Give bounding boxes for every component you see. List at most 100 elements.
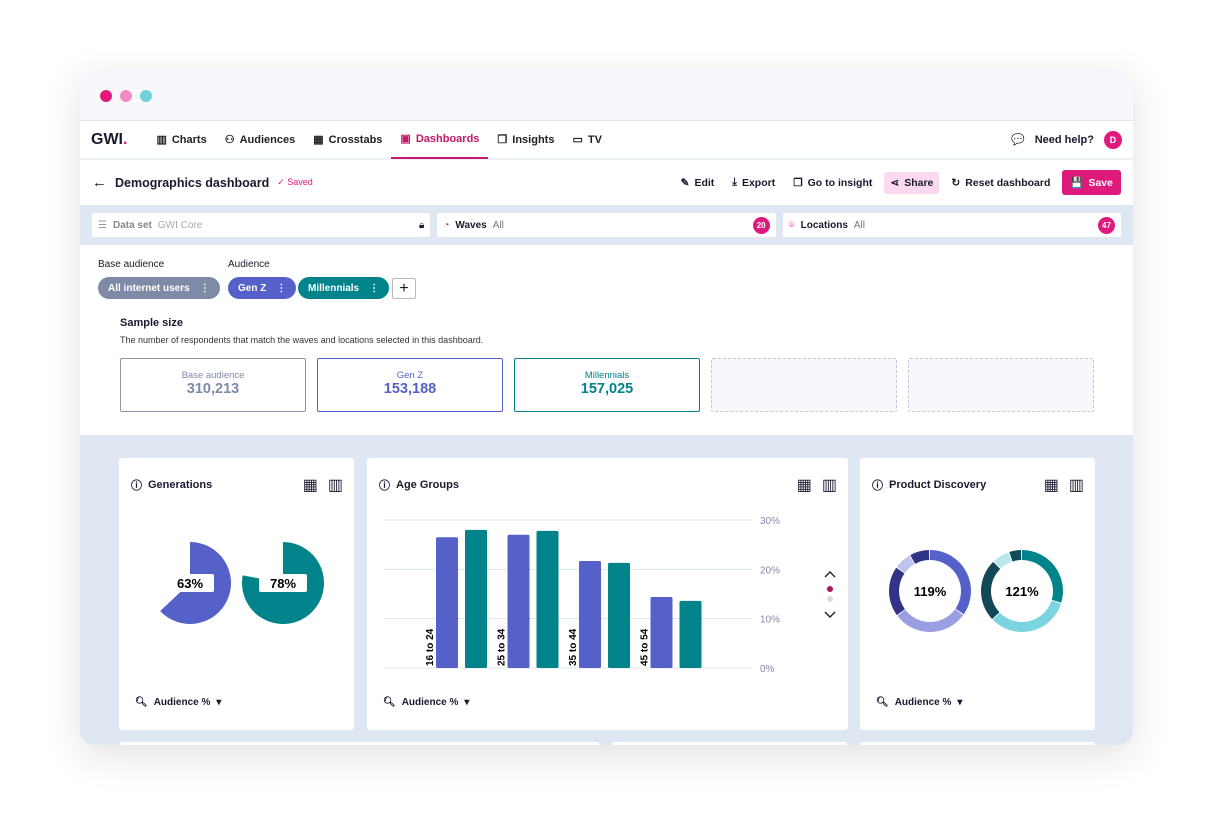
- avatar[interactable]: D: [1104, 130, 1122, 149]
- maximize-window-button[interactable]: [140, 90, 152, 102]
- edit-button[interactable]: ✎ Edit: [675, 172, 721, 194]
- nav-tab-dashboards[interactable]: ▣ Dashboards: [391, 120, 489, 159]
- bar-chart-icon[interactable]: ▥: [328, 475, 343, 495]
- dashboard-cards: ⓘ Generations ▦ ▥ 63% 78% 🔍︎ Audience % ▾ ⓘ Ag…: [80, 435, 1133, 745]
- nav-tab-label: Insights: [512, 133, 555, 146]
- sample-box-empty: [711, 358, 897, 412]
- bar-gen-z: [579, 560, 601, 668]
- save-button[interactable]: 💾 Save: [1062, 170, 1121, 195]
- card-partial: [612, 742, 847, 745]
- caret-down-icon[interactable]: ▾: [957, 697, 962, 708]
- donut-label: 119%: [914, 584, 947, 599]
- card-title: Product Discovery: [889, 479, 987, 491]
- card-age-groups: ⓘ Age Groups ▦ ▥ 0% 10% 20% 30% 16 to 24 25 to …: [367, 458, 848, 730]
- donut-segment: [992, 600, 1061, 632]
- back-arrow-icon[interactable]: ←: [92, 174, 107, 191]
- reset-dashboard-button[interactable]: ↻ Reset dashboard: [945, 172, 1056, 194]
- locations-count-badge: 47: [1097, 216, 1115, 234]
- locations-label: Locations: [800, 219, 848, 231]
- card-product-discovery: ⓘ Product Discovery ▦ ▥ 119% 121% 🔍︎ Audienc…: [860, 458, 1095, 730]
- go-to-insight-button[interactable]: ❐ Go to insight: [787, 172, 878, 194]
- bar-chart-icon[interactable]: ▥: [822, 475, 837, 495]
- more-options-icon[interactable]: ⋮: [200, 283, 210, 294]
- sample-box-label: Gen Z: [396, 370, 424, 381]
- sample-size-description: The number of respondents that match the…: [120, 335, 484, 345]
- logo-text: GWI: [91, 130, 123, 148]
- download-icon: ⤓: [732, 176, 737, 188]
- sample-box-gen-z: Gen Z 153,188: [317, 358, 503, 412]
- caret-down-icon[interactable]: ▾: [216, 697, 221, 708]
- info-icon[interactable]: ⓘ: [131, 477, 142, 493]
- table-view-icon[interactable]: ▦: [797, 475, 812, 495]
- nav-tabs: ▥ Charts ⚇ Audiences ▦ Crosstabs ▣ Dashboards ❐ I…: [147, 120, 610, 159]
- audience-chip-millennials[interactable]: Millennials ⋮: [298, 277, 390, 299]
- logo[interactable]: GWI.: [91, 131, 127, 149]
- chevron-up-icon: [824, 571, 836, 578]
- zoom-icon: 🔍︎: [135, 697, 148, 708]
- card-partial: [119, 742, 600, 745]
- audience-label: Audience: [228, 259, 270, 270]
- bar-chart-icon[interactable]: ▥: [1069, 475, 1084, 495]
- minimize-window-button[interactable]: [120, 90, 132, 102]
- share-icon: ⋖: [890, 176, 900, 189]
- sample-box-label: Millennials: [584, 370, 630, 381]
- share-button[interactable]: ⋖ Share: [884, 171, 940, 194]
- sample-box-empty: [908, 358, 1094, 412]
- info-icon[interactable]: ⓘ: [872, 477, 883, 493]
- metric-dropdown[interactable]: Audience %: [402, 697, 459, 708]
- base-audience-chip[interactable]: All internet users ⋮: [98, 277, 220, 299]
- metric-dropdown[interactable]: Audience %: [895, 697, 952, 708]
- location-pin-icon: ⌾: [788, 219, 795, 231]
- waves-value: All: [492, 219, 504, 231]
- chip-label: Gen Z: [238, 282, 267, 294]
- help-icon[interactable]: 💬: [1011, 133, 1025, 146]
- donut-segment: [1009, 550, 1022, 562]
- y-tick-label: 20%: [760, 565, 780, 576]
- table-view-icon[interactable]: ▦: [1044, 475, 1059, 495]
- sample-box-value: 310,213: [186, 381, 240, 397]
- nav-tab-charts[interactable]: ▥ Charts: [147, 120, 215, 159]
- add-audience-button[interactable]: +: [392, 278, 416, 299]
- top-nav: GWI. ▥ Charts ⚇ Audiences ▦ Crosstabs ▣ Dashboa…: [80, 121, 1133, 160]
- donut-segment: [981, 561, 1001, 620]
- metric-dropdown[interactable]: Audience %: [154, 697, 211, 708]
- bar-chart-icon: ▥: [156, 134, 167, 146]
- donut-label: 121%: [1005, 584, 1039, 599]
- page-title: Demographics dashboard: [115, 175, 270, 190]
- generations-chart: 63% 78%: [160, 542, 324, 624]
- floppy-icon: 💾: [1070, 177, 1084, 189]
- info-icon[interactable]: ⓘ: [379, 477, 390, 493]
- chip-label: Millennials: [308, 282, 360, 294]
- save-label: Save: [1088, 176, 1113, 189]
- waves-count-badge: 20: [752, 216, 770, 234]
- dashboard-icon: ▣: [400, 133, 411, 145]
- export-button[interactable]: ⤓ Export: [726, 171, 781, 194]
- table-view-icon[interactable]: ▦: [303, 475, 318, 495]
- nav-tab-crosstabs[interactable]: ▦ Crosstabs: [304, 120, 391, 159]
- sample-box-label: Base audience: [181, 370, 245, 381]
- audience-chip-gen-z[interactable]: Gen Z ⋮: [228, 277, 297, 299]
- close-window-button[interactable]: [100, 90, 112, 102]
- nav-tab-insights[interactable]: ❐ Insights: [488, 120, 563, 159]
- nav-tab-tv[interactable]: ▭ TV: [563, 120, 610, 159]
- nav-tab-audiences[interactable]: ⚇ Audiences: [216, 120, 305, 159]
- document-icon: ❐: [497, 134, 508, 146]
- more-options-icon[interactable]: ⋮: [276, 283, 286, 294]
- legend-page-dot-active: [827, 586, 833, 592]
- locations-filter[interactable]: ⌾ Locations All 47: [782, 213, 1121, 237]
- more-options-icon[interactable]: ⋮: [369, 283, 379, 294]
- zoom-icon: 🔍︎: [876, 697, 889, 708]
- bar-millennials: [465, 529, 487, 668]
- caret-down-icon[interactable]: ▾: [464, 697, 469, 708]
- sample-box-value: 153,188: [383, 381, 437, 397]
- bar-gen-z: [650, 596, 673, 668]
- copy-icon: ❐: [793, 176, 803, 189]
- pie-label: 63%: [177, 576, 203, 591]
- waves-label: Waves: [455, 219, 487, 231]
- need-help-link[interactable]: Need help?: [1035, 134, 1094, 146]
- dataset-filter[interactable]: ☰ Data set GWI Core 🔒︎: [92, 213, 431, 237]
- waves-filter[interactable]: ◔ Waves All 20: [437, 213, 776, 237]
- nav-tab-label: Audiences: [239, 133, 296, 146]
- export-label: Export: [741, 176, 776, 189]
- sample-box-value: 157,025: [580, 381, 634, 397]
